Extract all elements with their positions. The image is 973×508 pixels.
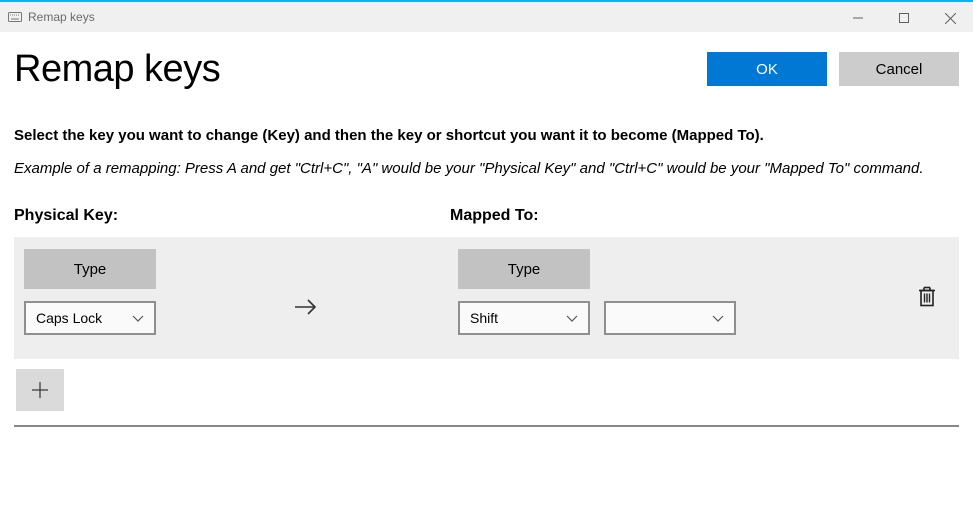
- physical-key-value: Caps Lock: [36, 310, 102, 326]
- mapped-key-value-1: Shift: [470, 310, 498, 326]
- mapped-to-header: Mapped To:: [450, 207, 959, 225]
- window-controls: [835, 2, 973, 34]
- close-button[interactable]: [927, 2, 973, 34]
- delete-row-button[interactable]: [913, 282, 941, 315]
- maximize-button[interactable]: [881, 2, 927, 34]
- physical-key-column: Type Caps Lock: [24, 249, 156, 335]
- mapped-to-column: Type Shift: [458, 249, 736, 335]
- instruction-text: Select the key you want to change (Key) …: [14, 127, 959, 144]
- plus-icon: [30, 380, 50, 400]
- mapped-key-select-1[interactable]: Shift: [458, 301, 590, 335]
- keyboard-icon: [8, 10, 22, 24]
- divider: [14, 425, 959, 427]
- add-mapping-button[interactable]: [16, 369, 64, 411]
- chevron-down-icon: [566, 314, 578, 322]
- mapped-type-button[interactable]: Type: [458, 249, 590, 289]
- physical-key-header: Physical Key:: [14, 207, 450, 225]
- header-row: Remap keys OK Cancel: [14, 48, 959, 91]
- chevron-down-icon: [132, 314, 144, 322]
- columns-header: Physical Key: Mapped To:: [14, 207, 959, 225]
- page-title: Remap keys: [14, 48, 220, 91]
- cancel-button[interactable]: Cancel: [839, 52, 959, 86]
- physical-type-button[interactable]: Type: [24, 249, 156, 289]
- physical-key-select[interactable]: Caps Lock: [24, 301, 156, 335]
- arrow-icon: [156, 267, 356, 317]
- mapping-row: Type Caps Lock Type Shift: [14, 237, 959, 359]
- trash-icon: [917, 286, 937, 308]
- titlebar: Remap keys: [0, 0, 973, 32]
- example-text: Example of a remapping: Press A and get …: [14, 158, 959, 179]
- mapped-key-select-2[interactable]: [604, 301, 736, 335]
- ok-button[interactable]: OK: [707, 52, 827, 86]
- action-buttons: OK Cancel: [707, 48, 959, 86]
- chevron-down-icon: [712, 314, 724, 322]
- minimize-button[interactable]: [835, 2, 881, 34]
- window-title: Remap keys: [28, 10, 95, 24]
